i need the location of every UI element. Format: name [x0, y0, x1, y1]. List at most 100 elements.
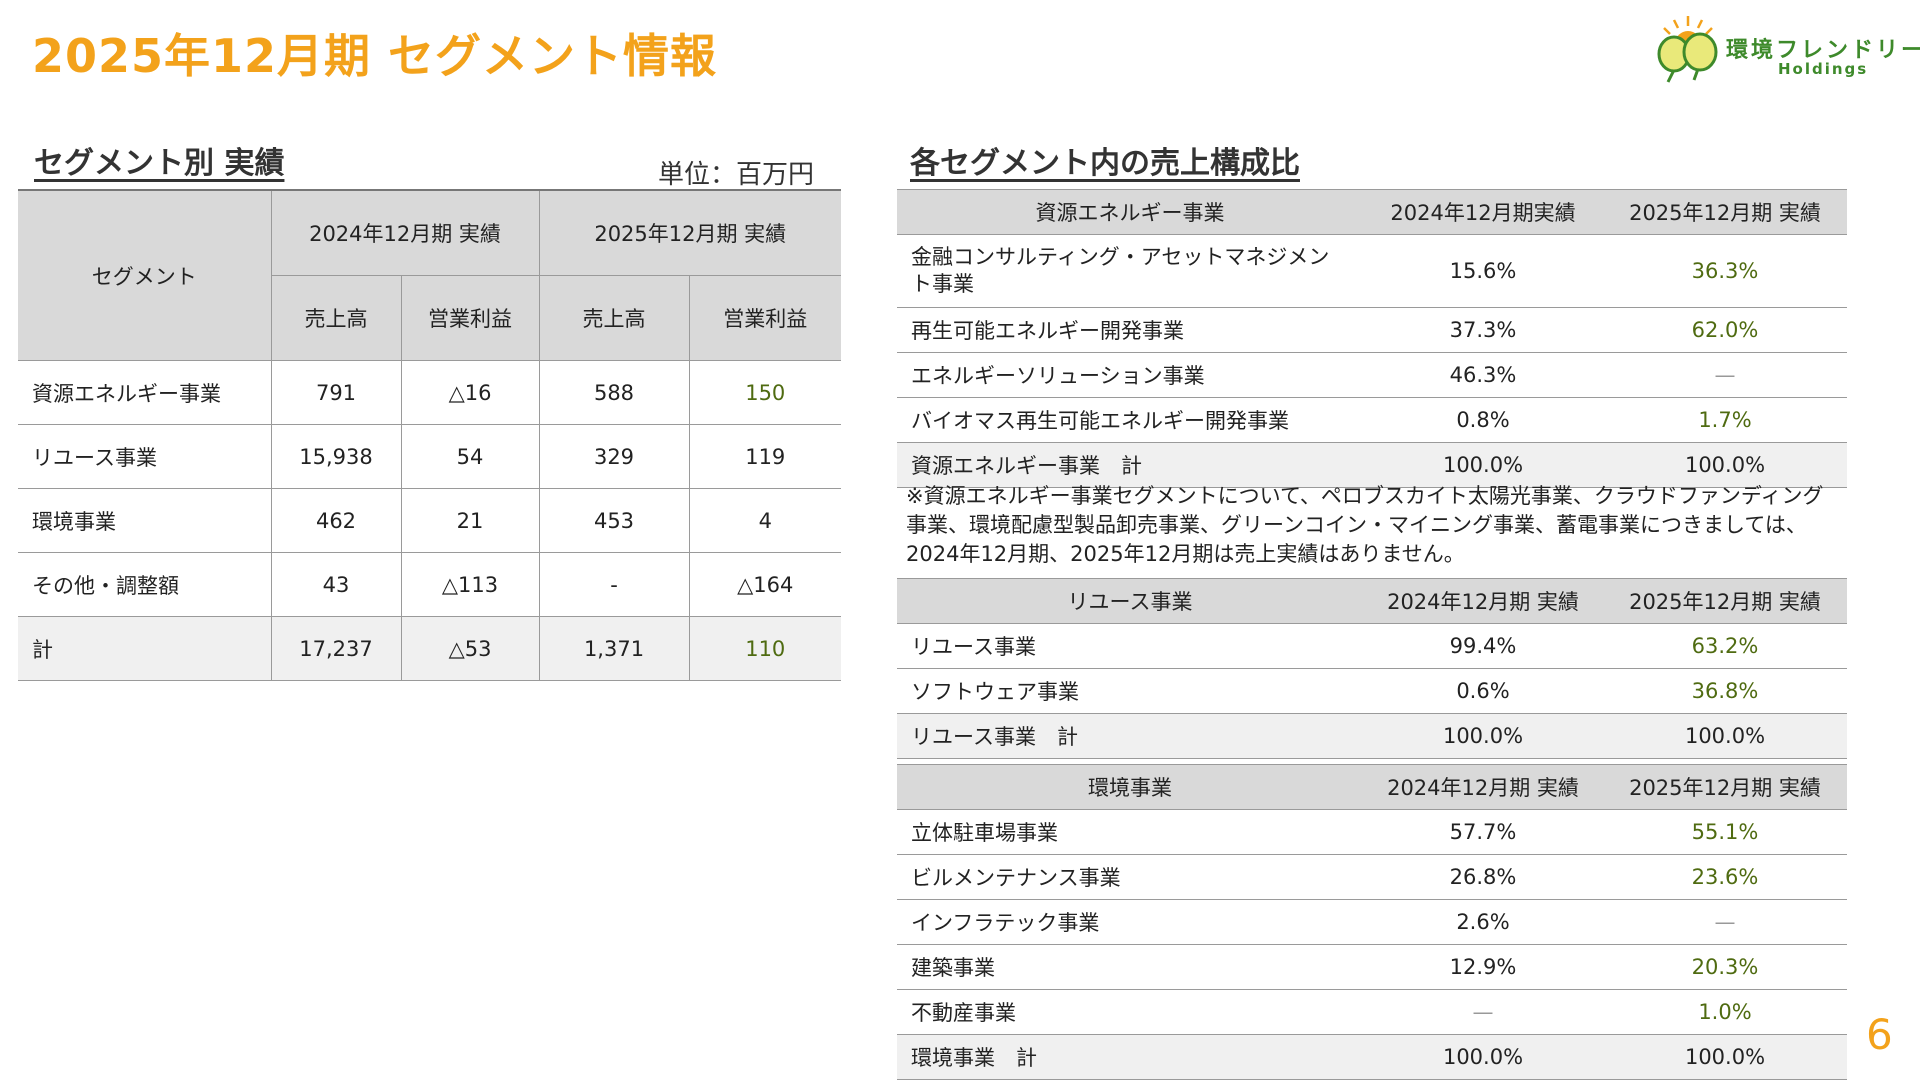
business-name: 金融コンサルティング・アセットマネジメント事業 [897, 234, 1363, 308]
composition-heading: 各セグメント内の売上構成比 [910, 146, 1300, 181]
business-name: バイオマス再生可能エネルギー開発事業 [897, 397, 1363, 443]
profit-2024: △113 [401, 552, 540, 617]
sales-2024: 43 [271, 552, 402, 617]
profit-2024: 54 [401, 424, 540, 489]
sales-2025: 1,371 [539, 616, 690, 681]
table-row: リユース事業 99.4% 63.2% [897, 623, 1847, 669]
ratio-2024: 15.6% [1363, 234, 1603, 308]
table-row: 建築事業 12.9% 20.3% [897, 944, 1847, 990]
ratio-2024: 0.6% [1363, 668, 1603, 714]
profit-2025: 150 [689, 360, 841, 425]
energy-footnote: ※資源エネルギー事業セグメントについて、ペロブスカイト太陽光事業、クラウドファン… [906, 484, 1824, 566]
table-row-total: 資源エネルギー事業 計 100.0% 100.0% [897, 442, 1847, 488]
profit-2025: 4 [689, 488, 841, 553]
business-name: 資源エネルギー事業 計 [897, 442, 1363, 488]
segment-results-table: セグメント 2024年12月期 実績 2025年12月期 実績 売上高 営業利益… [18, 189, 841, 681]
ratio-2025: 55.1% [1603, 809, 1847, 855]
sales-2025: 453 [539, 488, 690, 553]
header-period-2025: 2025年12月期 実績 [1603, 764, 1847, 810]
logo-sun-leaves-icon [1657, 16, 1718, 83]
header-period-2025: 2025年12月期 実績 [1603, 189, 1847, 235]
table-row: その他・調整額 43 △113 - △164 [18, 552, 841, 617]
header-segment: セグメント [18, 189, 272, 361]
segment-name: 環境事業 [18, 488, 272, 553]
business-name: ビルメンテナンス事業 [897, 854, 1363, 900]
business-name: エネルギーソリューション事業 [897, 352, 1363, 398]
header-segment: リユース事業 [897, 578, 1363, 624]
business-name: リユース事業 [897, 623, 1363, 669]
ratio-2025: 62.0% [1603, 307, 1847, 353]
table-row: 資源エネルギー事業 791 △16 588 150 [18, 360, 841, 425]
ratio-2024: 100.0% [1363, 442, 1603, 488]
table-row: 環境事業 462 21 453 4 [18, 488, 841, 553]
header-period-2024: 2024年12月期 実績 [1363, 578, 1603, 624]
header-period-2025: 2025年12月期 実績 [1603, 578, 1847, 624]
header-period-2024: 2024年12月期 実績 [1363, 764, 1603, 810]
ratio-2024: 0.8% [1363, 397, 1603, 443]
segment-name: その他・調整額 [18, 552, 272, 617]
segment-name: リユース事業 [18, 424, 272, 489]
environment-composition-table: 環境事業 2024年12月期 実績 2025年12月期 実績 立体駐車場事業 5… [897, 764, 1847, 1080]
segment-results-heading: セグメント別 実績 [34, 146, 285, 181]
header-period-2024: 2024年12月期実績 [1363, 189, 1603, 235]
header-segment: 資源エネルギー事業 [897, 189, 1363, 235]
table-row: 立体駐車場事業 57.7% 55.1% [897, 809, 1847, 855]
logo-subtitle: Holdings [1778, 60, 1869, 78]
ratio-2025: — [1603, 899, 1847, 945]
table-row: エネルギーソリューション事業 46.3% — [897, 352, 1847, 398]
ratio-2025: 100.0% [1603, 1034, 1847, 1080]
sales-2024: 791 [271, 360, 402, 425]
page-title: 2025年12月期 セグメント情報 [32, 29, 718, 83]
table-row: 不動産事業 — 1.0% [897, 989, 1847, 1035]
segment-name: 資源エネルギー事業 [18, 360, 272, 425]
ratio-2024: 100.0% [1363, 1034, 1603, 1080]
company-logo: 環境フレンドリー Holdings [1652, 14, 1920, 84]
table-row: 再生可能エネルギー開発事業 37.3% 62.0% [897, 307, 1847, 353]
unit-label: 単位：百万円 [658, 160, 815, 190]
sales-2024: 17,237 [271, 616, 402, 681]
business-name: リユース事業 計 [897, 713, 1363, 759]
profit-2024: △53 [401, 616, 540, 681]
table-row: バイオマス再生可能エネルギー開発事業 0.8% 1.7% [897, 397, 1847, 443]
header-segment: 環境事業 [897, 764, 1363, 810]
ratio-2025: 1.7% [1603, 397, 1847, 443]
ratio-2025: 100.0% [1603, 442, 1847, 488]
ratio-2024: 46.3% [1363, 352, 1603, 398]
ratio-2024: 99.4% [1363, 623, 1603, 669]
sales-2024: 462 [271, 488, 402, 553]
ratio-2024: — [1363, 989, 1603, 1035]
business-name: 不動産事業 [897, 989, 1363, 1035]
business-name: インフラテック事業 [897, 899, 1363, 945]
ratio-2024: 57.7% [1363, 809, 1603, 855]
business-name: 建築事業 [897, 944, 1363, 990]
ratio-2024: 26.8% [1363, 854, 1603, 900]
reuse-composition-table: リユース事業 2024年12月期 実績 2025年12月期 実績 リユース事業 … [897, 578, 1847, 759]
ratio-2024: 100.0% [1363, 713, 1603, 759]
profit-2025: △164 [689, 552, 841, 617]
table-row-total: 計 17,237 △53 1,371 110 [18, 616, 841, 681]
table-row: 金融コンサルティング・アセットマネジメント事業 15.6% 36.3% [897, 234, 1847, 308]
profit-2024: △16 [401, 360, 540, 425]
table-row: ソフトウェア事業 0.6% 36.8% [897, 668, 1847, 714]
table-row: インフラテック事業 2.6% — [897, 899, 1847, 945]
profit-2025: 110 [689, 616, 841, 681]
ratio-2025: 20.3% [1603, 944, 1847, 990]
ratio-2025: 1.0% [1603, 989, 1847, 1035]
business-name: 再生可能エネルギー開発事業 [897, 307, 1363, 353]
profit-2024: 21 [401, 488, 540, 553]
sales-2025: 588 [539, 360, 690, 425]
ratio-2024: 2.6% [1363, 899, 1603, 945]
ratio-2024: 12.9% [1363, 944, 1603, 990]
ratio-2025: — [1603, 352, 1847, 398]
sales-2025: - [539, 552, 690, 617]
page-number: 6 [1866, 1010, 1893, 1059]
ratio-2025: 100.0% [1603, 713, 1847, 759]
ratio-2025: 23.6% [1603, 854, 1847, 900]
segment-name: 計 [18, 616, 272, 681]
table-row-total: リユース事業 計 100.0% 100.0% [897, 713, 1847, 759]
table-row-total: 環境事業 計 100.0% 100.0% [897, 1034, 1847, 1080]
header-profit-2024: 営業利益 [401, 275, 540, 361]
business-name: 立体駐車場事業 [897, 809, 1363, 855]
profit-2025: 119 [689, 424, 841, 489]
sales-2025: 329 [539, 424, 690, 489]
